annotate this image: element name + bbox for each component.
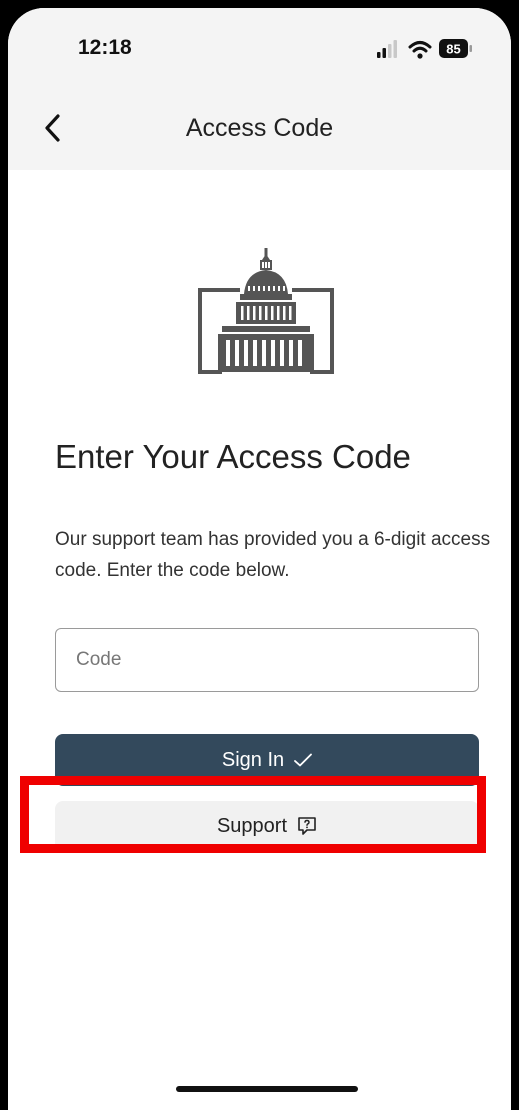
instructions-text: Our support team has provided you a 6-di… — [55, 529, 491, 581]
checkmark-icon — [294, 753, 313, 767]
status-time: 12:18 — [78, 36, 132, 59]
cellular-signal-icon — [377, 40, 397, 58]
sign-in-label: Sign In — [221, 748, 285, 771]
capitol-building-icon — [198, 248, 334, 374]
page-header-title: Access Code — [185, 114, 334, 142]
sign-in-button[interactable]: Sign In — [55, 734, 479, 786]
help-chat-icon — [298, 817, 316, 835]
status-icons: 85 — [377, 39, 472, 59]
wifi-icon — [408, 41, 432, 59]
top-bar: 12:18 85 Access Code — [8, 8, 511, 170]
support-label: Support — [216, 814, 288, 837]
page-title: Enter Your Access Code — [55, 438, 411, 475]
support-button[interactable]: Support — [55, 801, 479, 851]
phone-screen: 12:18 85 Access Code Enter Your Access C… — [8, 8, 511, 1110]
battery-icon: 85 — [439, 39, 472, 58]
battery-level: 85 — [446, 42, 460, 57]
code-input[interactable] — [55, 628, 479, 692]
home-indicator[interactable] — [176, 1086, 358, 1092]
